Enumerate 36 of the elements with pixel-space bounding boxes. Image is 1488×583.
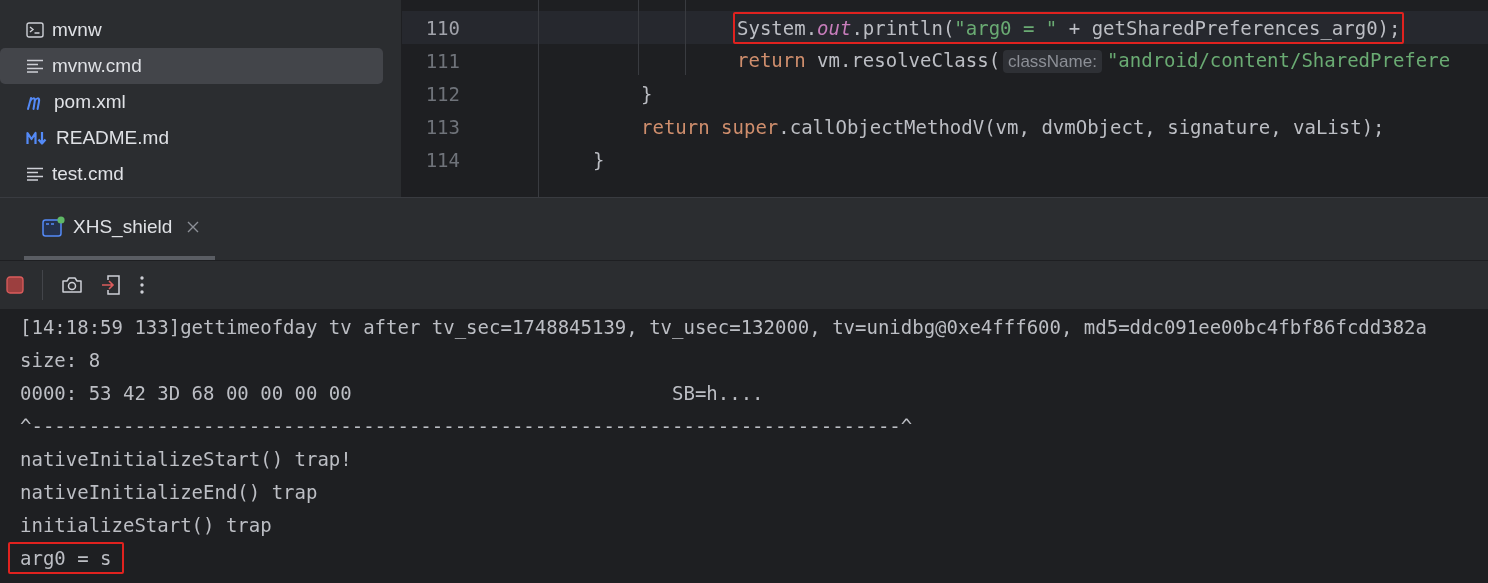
code-line: } xyxy=(640,81,654,107)
line-number: 113 xyxy=(424,115,461,138)
close-icon[interactable] xyxy=(187,221,200,233)
console-line: [14:18:59 133]gettimeofday tv after tv_sec=1748845139, tv_usec=132000, tv=unidbg@0xe4fff600, md5=ddc091ee00bc4fbf86fcdd382a xyxy=(19,314,1428,341)
file-item[interactable]: pom.xml xyxy=(0,84,383,120)
console-line: size: 8 xyxy=(19,347,102,373)
terminal-icon xyxy=(26,22,44,38)
line-number: 111 xyxy=(424,49,461,72)
text-file-icon xyxy=(26,59,44,73)
line-number: 114 xyxy=(424,148,461,171)
file-name: mvnw xyxy=(52,19,102,41)
stop-icon[interactable] xyxy=(6,276,24,294)
file-name: test.cmd xyxy=(52,163,124,185)
camera-icon[interactable] xyxy=(61,276,83,294)
console-line: nativeInitializeEnd() trap xyxy=(19,479,319,505)
line-number: 112 xyxy=(424,82,461,105)
markdown-icon xyxy=(26,131,48,145)
file-name: mvnw.cmd xyxy=(52,55,142,77)
code-line: } xyxy=(592,147,606,173)
file-item[interactable]: test.cmd xyxy=(0,156,383,192)
exit-icon[interactable] xyxy=(101,274,121,296)
console-line: nativeInitializeStart() trap! xyxy=(19,446,353,472)
code-line: return super.callObjectMethodV(vm, dvmObject, signature, vaList); xyxy=(640,114,1386,140)
console-line: initializeStart() trap xyxy=(19,512,273,538)
console-line: ^----------------------------------------------------------------------------^ xyxy=(19,413,914,439)
file-name: pom.xml xyxy=(54,91,126,113)
more-icon[interactable] xyxy=(139,275,145,295)
line-number: 110 xyxy=(424,16,461,39)
file-item[interactable]: mvnw xyxy=(0,12,383,48)
console-line: 0000: 53 42 3D 68 00 00 00 00 SB=h.... xyxy=(19,380,765,406)
file-item[interactable]: mvnw.cmd xyxy=(0,48,383,84)
code-line: return vm.resolveClass( className: "android/content/SharedPrefere xyxy=(736,48,1452,75)
window-icon xyxy=(42,216,66,238)
file-item[interactable]: README.md xyxy=(0,120,383,156)
file-name: README.md xyxy=(56,127,169,149)
text-file-icon xyxy=(26,167,44,181)
